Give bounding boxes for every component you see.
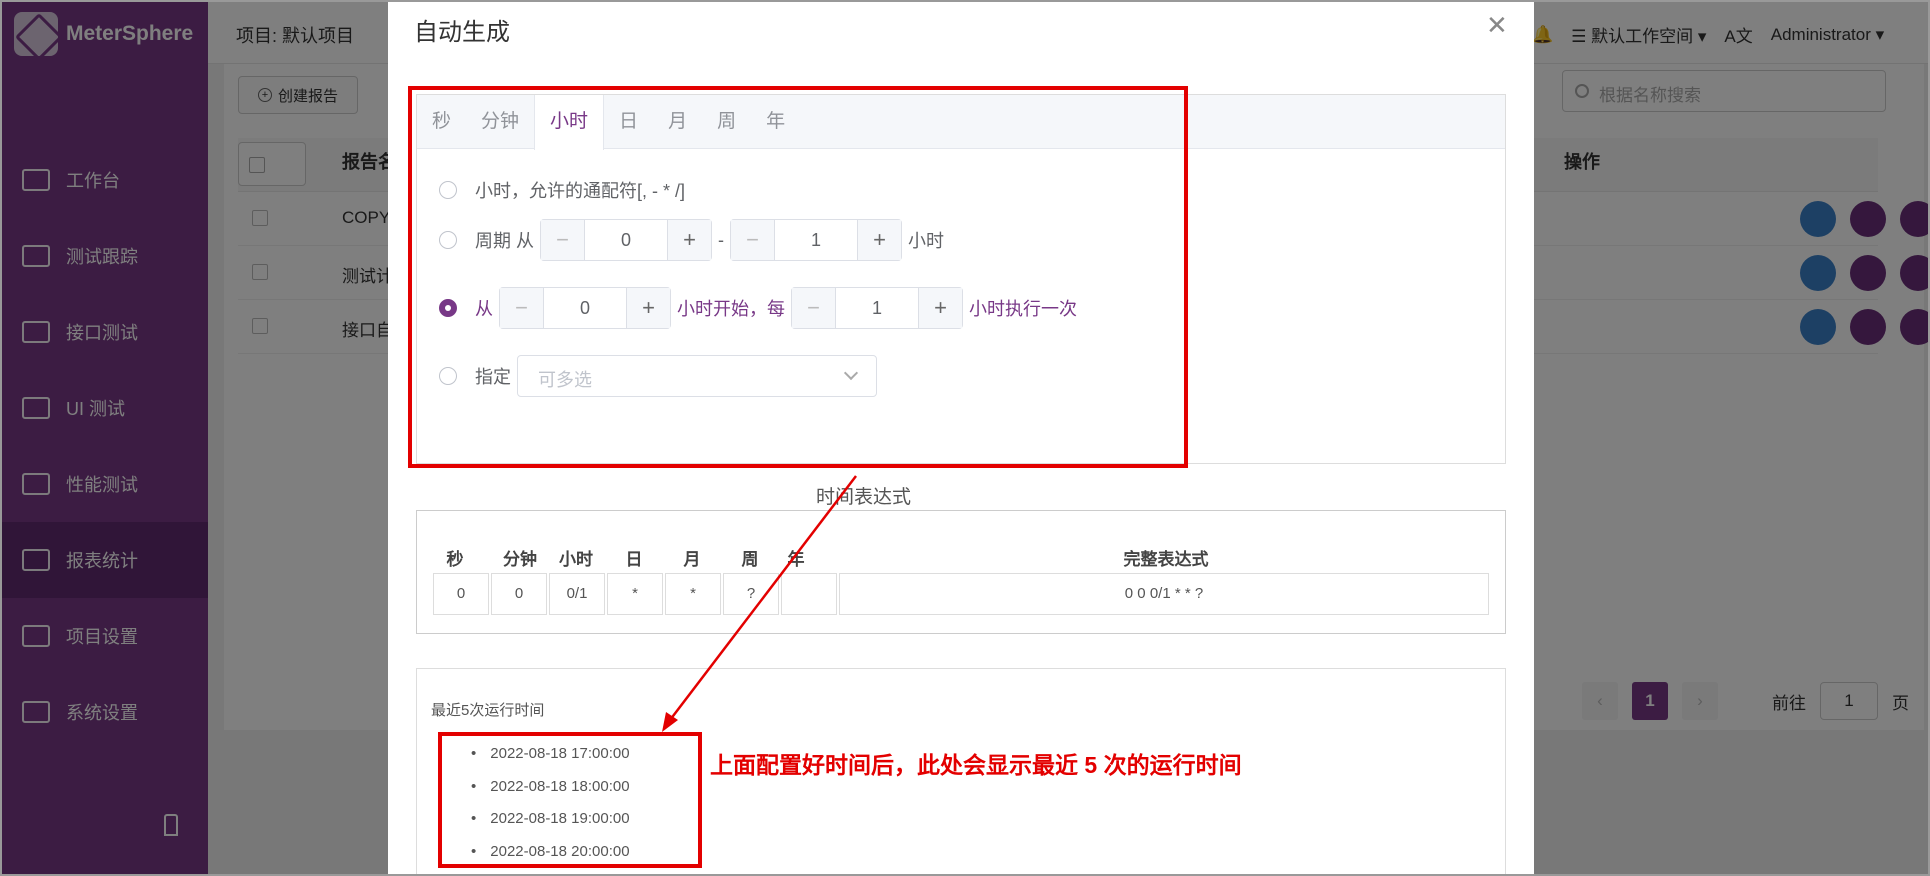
annotation-text: 上面配置好时间后，此处会显示最近 5 次的运行时间 xyxy=(710,752,1242,778)
app-window: MeterSphere 工作台 测试跟踪 接口测试 UI 测试 性能测试 报表统… xyxy=(0,0,1930,876)
annotation-arrow xyxy=(662,475,857,732)
